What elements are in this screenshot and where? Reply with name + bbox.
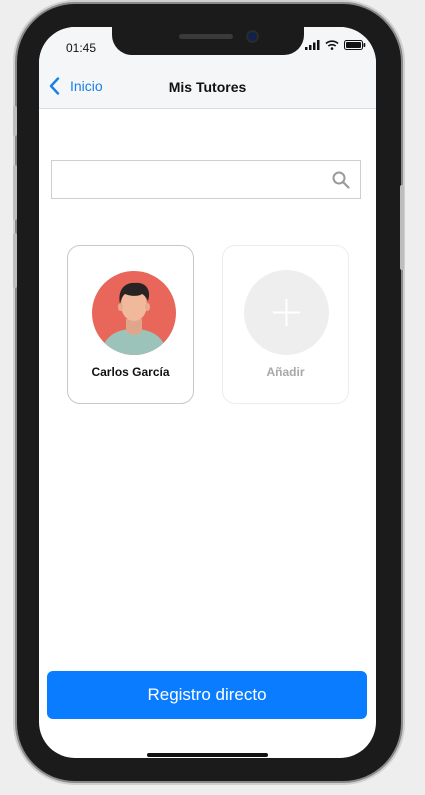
screen: 01:45 Inicio Mis Tutores Carlos García A… — [39, 27, 376, 758]
add-circle — [244, 270, 329, 355]
volume-up-button — [13, 165, 17, 220]
front-camera — [248, 32, 257, 41]
status-icons — [305, 40, 366, 50]
wifi-icon — [325, 40, 339, 50]
mute-switch — [13, 106, 17, 136]
direct-register-button[interactable]: Registro directo — [47, 671, 367, 719]
add-label: Añadir — [266, 365, 305, 379]
plus-icon — [273, 299, 300, 326]
notch — [112, 27, 304, 55]
add-tutor-card[interactable]: Añadir — [222, 245, 349, 404]
home-indicator — [147, 753, 268, 757]
page-title: Mis Tutores — [168, 79, 247, 95]
tutor-card[interactable]: Carlos García — [67, 245, 194, 404]
signal-icon — [305, 40, 320, 50]
search-input[interactable] — [52, 161, 342, 198]
speaker — [179, 34, 233, 39]
tutor-name: Carlos García — [91, 365, 170, 379]
nav-bar: Inicio Mis Tutores — [39, 67, 376, 109]
avatar — [92, 271, 176, 355]
search-box — [51, 160, 361, 199]
status-time: 01:45 — [66, 41, 97, 55]
power-button — [400, 185, 404, 270]
search-icon[interactable] — [332, 171, 350, 189]
volume-down-button — [13, 233, 17, 288]
person-avatar-icon — [92, 271, 176, 355]
battery-icon — [344, 40, 366, 50]
